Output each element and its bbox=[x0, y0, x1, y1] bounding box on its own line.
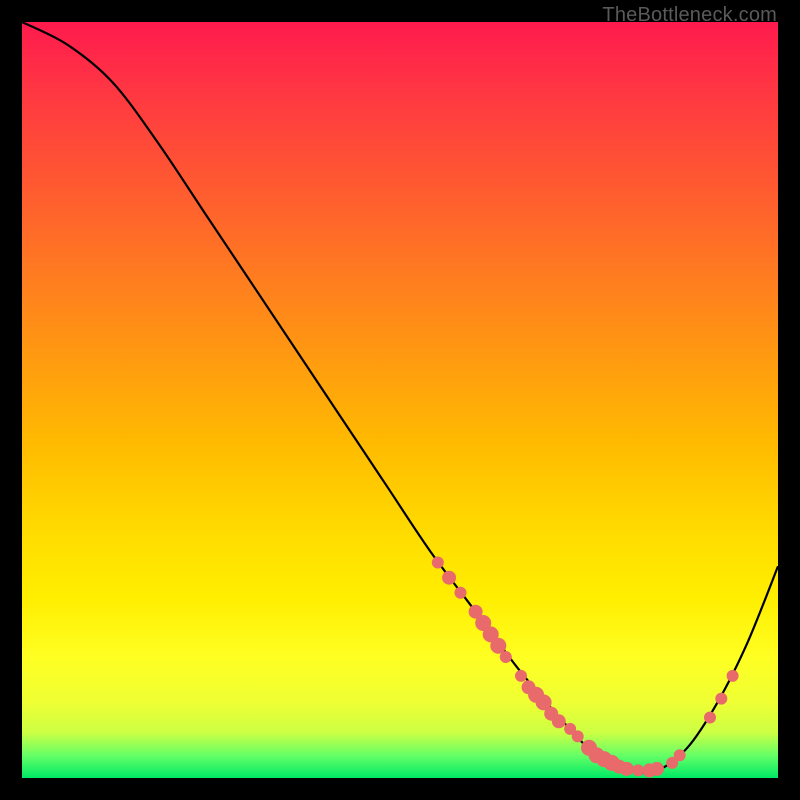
data-point bbox=[704, 712, 716, 724]
data-point bbox=[632, 764, 644, 776]
curve-line bbox=[22, 22, 778, 773]
data-point bbox=[572, 730, 584, 742]
data-point bbox=[552, 714, 566, 728]
data-points bbox=[432, 557, 739, 778]
data-point bbox=[515, 670, 527, 682]
data-point bbox=[715, 693, 727, 705]
watermark-text: TheBottleneck.com bbox=[602, 4, 777, 27]
data-point bbox=[727, 670, 739, 682]
data-point bbox=[674, 749, 686, 761]
data-point bbox=[620, 762, 634, 776]
data-point bbox=[455, 587, 467, 599]
data-point bbox=[650, 762, 664, 776]
data-point bbox=[442, 571, 456, 585]
chart-svg bbox=[22, 22, 778, 778]
data-point bbox=[432, 557, 444, 569]
data-point bbox=[500, 651, 512, 663]
data-point bbox=[490, 638, 506, 654]
